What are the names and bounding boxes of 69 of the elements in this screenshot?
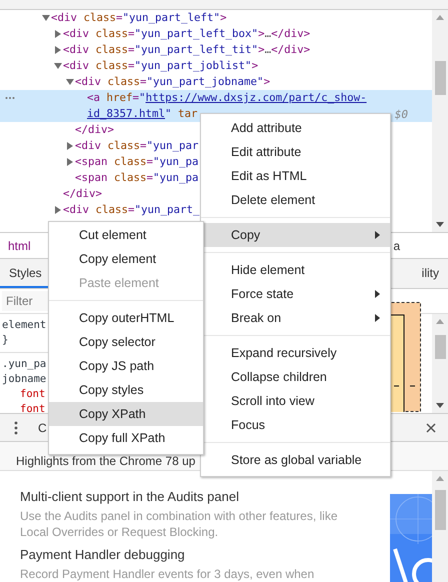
dom-node-text[interactable]: <div class="yun_part_left_tit">…</div>	[63, 42, 310, 58]
dom-node-text[interactable]: <div class="yun_par	[75, 138, 199, 154]
triangle-down-icon[interactable]	[42, 14, 50, 22]
menu-item[interactable]: Focus	[201, 413, 390, 437]
menu-item[interactable]: Hide element	[201, 258, 390, 282]
triangle-right-icon[interactable]	[66, 158, 74, 166]
scroll-down-icon[interactable]	[436, 222, 444, 227]
menu-item[interactable]: Scroll into view	[201, 389, 390, 413]
dom-node-text[interactable]: <div class="yun_part_jobname">	[75, 74, 270, 90]
triangle-right-icon[interactable]	[54, 30, 62, 38]
feature-title[interactable]: Multi-client support in the Audits panel	[20, 488, 390, 506]
scroll-thumb[interactable]	[434, 61, 446, 95]
menu-item[interactable]: Cut element	[49, 223, 203, 247]
scroll-thumb[interactable]	[434, 335, 446, 359]
menu-item[interactable]: Break on	[201, 306, 390, 330]
menu-item[interactable]: Copy styles	[49, 378, 203, 402]
triangle-down-icon[interactable]	[66, 78, 74, 86]
css-property[interactable]: font	[2, 387, 46, 402]
menu-icon[interactable]	[14, 420, 18, 434]
css-selector: element	[2, 318, 46, 333]
menu-item[interactable]: Force state	[201, 282, 390, 306]
scroll-thumb[interactable]	[434, 490, 446, 530]
triangle-down-icon[interactable]	[54, 62, 62, 70]
menu-item[interactable]: Expand recursively	[201, 341, 390, 365]
feature-title[interactable]: Payment Handler debugging	[20, 546, 390, 564]
selected-marker: $0	[394, 108, 408, 120]
scrollbar[interactable]	[432, 10, 448, 232]
dom-node-text[interactable]: <div class="yun_part_	[63, 202, 200, 218]
menu-item[interactable]: Copy	[201, 223, 390, 247]
dom-node-text[interactable]: id_8357.html" tar	[87, 106, 198, 122]
triangle-right-icon[interactable]	[54, 46, 62, 54]
close-icon[interactable]	[426, 422, 436, 432]
dom-node-text[interactable]: <div class="yun_part_joblist">	[63, 58, 258, 74]
breadcrumb[interactable]: html	[8, 238, 31, 252]
panel-tab[interactable]: ility	[412, 259, 448, 288]
drawer-tab[interactable]: C	[38, 420, 47, 434]
menu-item[interactable]: Copy element	[49, 247, 203, 271]
more-icon[interactable]	[5, 96, 15, 100]
dom-node-text[interactable]: <span class="yun_pa	[75, 170, 199, 186]
menu-item[interactable]: Store as global variable	[201, 448, 390, 472]
dom-node-text[interactable]: </div>	[75, 122, 114, 138]
dom-node-text[interactable]: <div class="yun_part_left">	[51, 10, 227, 26]
menu-item[interactable]: Copy selector	[49, 330, 203, 354]
menu-item[interactable]: Copy XPath	[49, 402, 203, 426]
menu-item[interactable]: Edit attribute	[201, 140, 390, 164]
scroll-down-icon[interactable]	[436, 403, 444, 408]
breadcrumb[interactable]: a	[393, 238, 400, 252]
menu-item[interactable]: Edit as HTML	[201, 164, 390, 188]
dom-node-text[interactable]: <span class="yun_pa	[75, 154, 199, 170]
triangle-right-icon[interactable]	[66, 142, 74, 150]
css-selector: jobname	[2, 372, 46, 387]
menu-item[interactable]: Delete element	[201, 188, 390, 212]
menu-item[interactable]: Copy outerHTML	[49, 306, 203, 330]
css-brace: }	[2, 333, 8, 348]
feature-description: Use the Audits panel in combination with other features, like Local Overrides or Request Blocking.	[20, 508, 339, 540]
menu-item[interactable]: Collapse children	[201, 365, 390, 389]
menu-item[interactable]: Copy JS path	[49, 354, 203, 378]
panel-heading: Highlights from the Chrome 78 up	[16, 454, 196, 470]
triangle-right-icon[interactable]	[54, 206, 62, 214]
dom-node-text[interactable]: <a href="https://www.dxsjz.com/part/c_show-	[87, 90, 367, 106]
css-property[interactable]: font	[2, 402, 46, 417]
css-selector: .yun_pa	[2, 357, 46, 372]
menu-item[interactable]: Add attribute	[201, 116, 390, 140]
menu-item[interactable]: Copy full XPath	[49, 426, 203, 450]
scrollbar[interactable]	[432, 471, 448, 582]
dom-node-text[interactable]: </div>	[63, 186, 102, 202]
scrollbar[interactable]	[432, 314, 448, 413]
feature-description: Record Payment Handler events for 3 days, even when	[20, 566, 316, 582]
dom-node-text[interactable]: <div class="yun_part_left_box">…</div>	[63, 26, 310, 42]
